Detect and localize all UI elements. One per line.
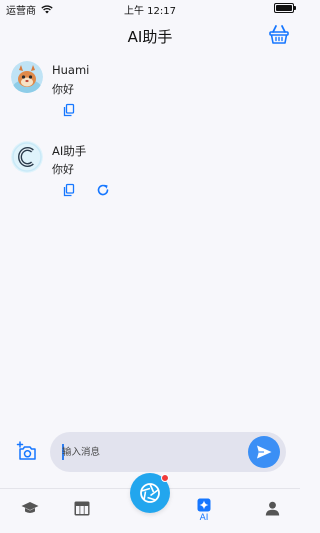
battery-icon — [274, 3, 296, 13]
chat-message: Huami 你好 — [0, 61, 300, 123]
ai-sparkle-icon — [197, 498, 211, 512]
person-icon — [265, 501, 279, 516]
notification-badge — [161, 474, 169, 482]
message-sender: AI助手 — [52, 144, 87, 158]
message-actions — [62, 183, 110, 197]
scan-fab-button[interactable] — [130, 473, 170, 513]
message-input-container — [50, 432, 286, 472]
graduation-cap-icon — [21, 502, 39, 513]
chat-message: AI助手 你好 — [0, 141, 300, 203]
message-sender: Huami — [52, 63, 90, 77]
message-text: 你好 — [52, 83, 74, 96]
message-input[interactable] — [62, 444, 242, 460]
user-avatar[interactable] — [11, 61, 43, 93]
send-icon — [257, 445, 272, 459]
tab-profile[interactable] — [242, 489, 302, 533]
copy-icon[interactable] — [62, 103, 76, 117]
message-actions — [62, 103, 76, 117]
tab-table[interactable] — [52, 489, 112, 533]
page-title: AI助手 — [127, 28, 173, 46]
message-composer — [0, 430, 300, 474]
tab-ai-label: AI — [199, 513, 209, 523]
status-bar: 运营商 上午 12:17 — [0, 0, 300, 17]
send-button[interactable] — [248, 436, 280, 468]
aperture-icon — [140, 483, 160, 503]
copy-icon[interactable] — [62, 183, 76, 197]
basket-icon[interactable] — [268, 24, 290, 46]
camera-plus-icon[interactable] — [16, 441, 38, 463]
status-time: 上午 12:17 — [124, 6, 176, 17]
tab-ai[interactable]: AI — [174, 489, 234, 533]
header: AI助手 — [0, 16, 300, 54]
refresh-icon[interactable] — [96, 183, 110, 197]
table-icon — [74, 501, 90, 516]
tab-learn[interactable] — [0, 489, 60, 533]
battery-level — [276, 5, 292, 11]
message-text: 你好 — [52, 163, 74, 176]
ai-avatar[interactable] — [11, 141, 43, 173]
